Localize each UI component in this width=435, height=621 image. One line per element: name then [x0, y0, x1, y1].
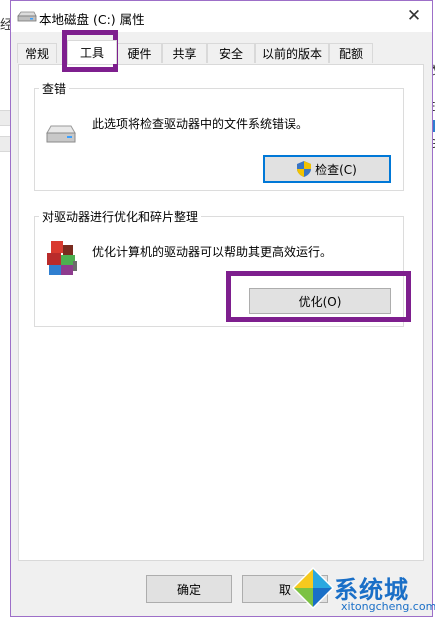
tab-quota[interactable]: 配额: [329, 43, 373, 63]
tab-tools[interactable]: 工具: [67, 40, 117, 64]
title-bar[interactable]: 本地磁盘 (C:) 属性 ✕: [11, 1, 432, 32]
group-description: 此选项将检查驱动器中的文件系统错误。: [92, 117, 309, 131]
tab-general[interactable]: 常规: [17, 43, 57, 63]
optimize-button-label: 优化(O): [298, 294, 342, 309]
watermark-logo: [292, 567, 334, 609]
error-check-group: 查错 此选项将检查驱动器中的文件系统错误。 检查(C): [34, 80, 404, 191]
group-description: 优化计算机的驱动器可以帮助其更高效运行。: [92, 245, 333, 259]
close-button[interactable]: ✕: [400, 3, 428, 29]
properties-dialog: 本地磁盘 (C:) 属性 ✕ 常规 工具 硬件 共享 安全 以前的版本 配额 查…: [10, 0, 433, 617]
group-title: 查错: [39, 80, 70, 97]
close-icon: ✕: [406, 6, 422, 26]
tab-previous-versions[interactable]: 以前的版本: [255, 43, 329, 63]
ok-button[interactable]: 确定: [146, 575, 232, 603]
shield-icon: [297, 161, 312, 177]
check-button-label: 检查(C): [315, 162, 357, 177]
check-button[interactable]: 检查(C): [263, 155, 391, 183]
optimize-group: 对驱动器进行优化和碎片整理 优化计算机的驱动器可以帮助其更高效运行。 优化(O): [34, 208, 404, 327]
defrag-icon: [47, 241, 77, 275]
tab-hardware[interactable]: 硬件: [117, 43, 162, 63]
watermark-url: xitongcheng.com: [341, 600, 435, 613]
tab-strip: 常规 工具 硬件 共享 安全 以前的版本 配额: [17, 40, 417, 65]
group-title: 对驱动器进行优化和碎片整理: [39, 208, 202, 225]
tools-panel: 查错 此选项将检查驱动器中的文件系统错误。 检查(C) 对驱动器进行优化和碎片整…: [18, 64, 424, 561]
drive-icon: [17, 11, 37, 22]
tab-sharing[interactable]: 共享: [162, 43, 207, 63]
ok-button-label: 确定: [176, 582, 201, 597]
window-title: 本地磁盘 (C:) 属性: [39, 12, 145, 27]
optimize-button[interactable]: 优化(O): [249, 288, 391, 314]
drive-icon: [46, 125, 76, 143]
tab-security[interactable]: 安全: [207, 43, 255, 63]
